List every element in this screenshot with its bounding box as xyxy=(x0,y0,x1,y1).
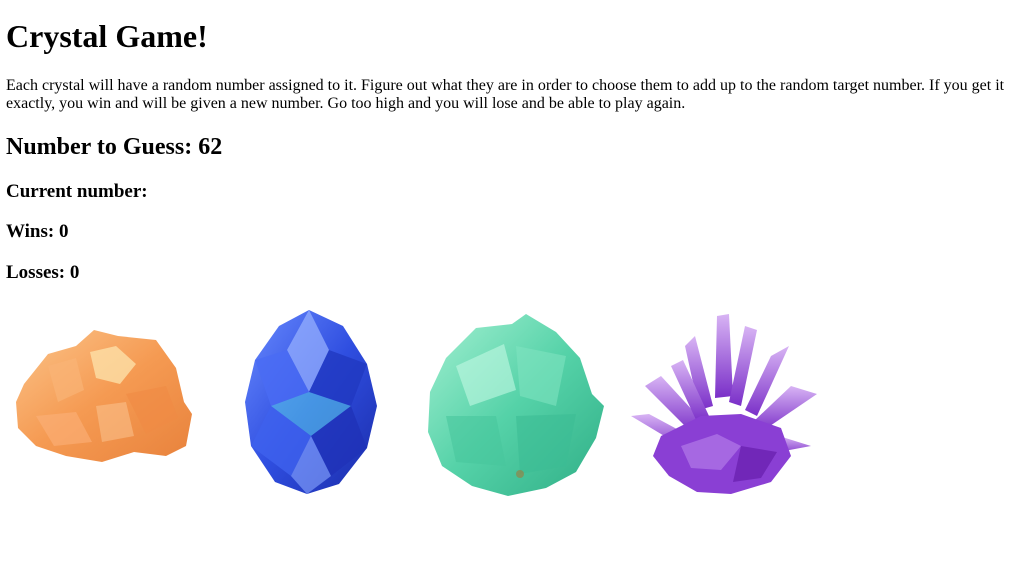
purple-crystal-button[interactable] xyxy=(621,306,821,506)
crystal-game-page: Crystal Game! Each crystal will have a r… xyxy=(0,0,1018,573)
orange-crystal-button[interactable] xyxy=(6,306,206,506)
orange-crystal-icon xyxy=(16,330,192,462)
blue-crystal-button[interactable] xyxy=(211,306,411,506)
instructions-text: Each crystal will have a random number a… xyxy=(6,77,1005,112)
page-title: Crystal Game! xyxy=(6,18,208,54)
green-crystal-icon xyxy=(428,314,604,496)
target-number: Number to Guess: 62 xyxy=(6,134,223,160)
purple-crystal-icon xyxy=(631,314,817,494)
crystal-row xyxy=(6,306,836,506)
blue-crystal-icon xyxy=(245,310,377,494)
current-number: Current number: xyxy=(6,181,148,202)
losses-count: Losses: 0 xyxy=(6,262,80,283)
wins-count: Wins: 0 xyxy=(6,221,69,242)
green-crystal-button[interactable] xyxy=(416,306,616,506)
